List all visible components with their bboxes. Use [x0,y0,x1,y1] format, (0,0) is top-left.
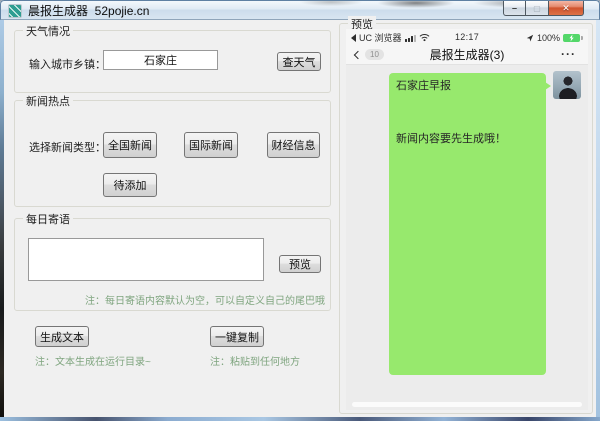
check-weather-button[interactable]: 查天气 [277,52,321,71]
daily-message-section: 每日寄语 预览 注：每日寄语内容默认为空，可以自定义自己的尾巴哦 [14,218,331,311]
daily-message-note: 注：每日寄语内容默认为空，可以自定义自己的尾巴哦 [85,292,325,307]
chat-area: 石家庄早报 新闻内容要先生成哦！ [346,65,588,410]
copy-button[interactable]: 一键复制 [210,326,264,347]
international-news-button[interactable]: 国际新闻 [184,132,238,158]
news-section: 新闻热点 选择新闻类型： 全国新闻 国际新闻 财经信息 待添加 [14,100,331,207]
weather-section-title: 天气情况 [23,23,73,39]
title-bar[interactable]: 晨报生成器 52pojie.cn – ▢ ✕ [0,0,600,20]
minimize-icon: – [512,4,517,13]
chat-title: 晨报生成器(3) [346,46,588,65]
phone-nav-bar: 10 晨报生成器(3) ··· [346,46,588,65]
maximize-icon: ▢ [533,4,541,13]
maximize-button[interactable]: ▢ [526,1,548,16]
message-preview-button[interactable]: 预览 [279,255,321,273]
finance-news-button[interactable]: 财经信息 [267,132,320,158]
window-controls: – ▢ ✕ [503,1,584,16]
national-news-button[interactable]: 全国新闻 [103,132,157,158]
preview-section: 预览 UC 浏览器 12:17 [339,23,593,414]
bubble-headline: 石家庄早报 [396,77,451,93]
app-window: 晨报生成器 52pojie.cn – ▢ ✕ 天气情况 输入城市乡镇： 查天气 … [0,0,600,421]
close-button[interactable]: ✕ [548,1,584,16]
window-title: 晨报生成器 52pojie.cn [28,1,149,21]
minimize-button[interactable]: – [503,1,526,16]
placeholder-news-button[interactable]: 待添加 [103,173,157,197]
daily-message-section-title: 每日寄语 [23,211,73,227]
daily-message-input[interactable] [28,238,264,281]
more-menu-icon: ··· [561,46,576,65]
phone-preview-image: UC 浏览器 12:17 100% [346,29,588,410]
phone-status-bar: UC 浏览器 12:17 100% [346,29,588,46]
generate-note: 注：文本生成在运行目录~ [35,353,151,368]
news-section-title: 新闻热点 [23,93,73,109]
weather-section: 天气情况 输入城市乡镇： 查天气 [14,30,331,93]
app-icon [8,4,22,18]
news-type-label: 选择新闻类型： [29,139,106,155]
status-bar-right: 100% [526,29,582,46]
city-input[interactable] [103,50,218,70]
window-border-right [596,20,600,421]
chat-bubble-tail [545,82,551,90]
bubble-body-text: 新闻内容要先生成哦！ [396,130,506,146]
battery-percent-label: 100% [537,33,560,43]
close-icon: ✕ [562,4,570,13]
chat-bubble: 石家庄早报 新闻内容要先生成哦！ [389,73,546,375]
avatar [553,71,581,99]
battery-charging-icon [563,34,580,42]
location-arrow-icon [526,34,534,42]
phone-input-bar [352,402,582,407]
window-border-bottom [0,417,600,421]
client-area: 天气情况 输入城市乡镇： 查天气 新闻热点 选择新闻类型： 全国新闻 国际新闻 … [4,20,596,417]
generate-text-button[interactable]: 生成文本 [35,326,89,347]
city-label: 输入城市乡镇： [29,56,106,72]
copy-note: 注：粘贴到任何地方 [210,353,300,368]
